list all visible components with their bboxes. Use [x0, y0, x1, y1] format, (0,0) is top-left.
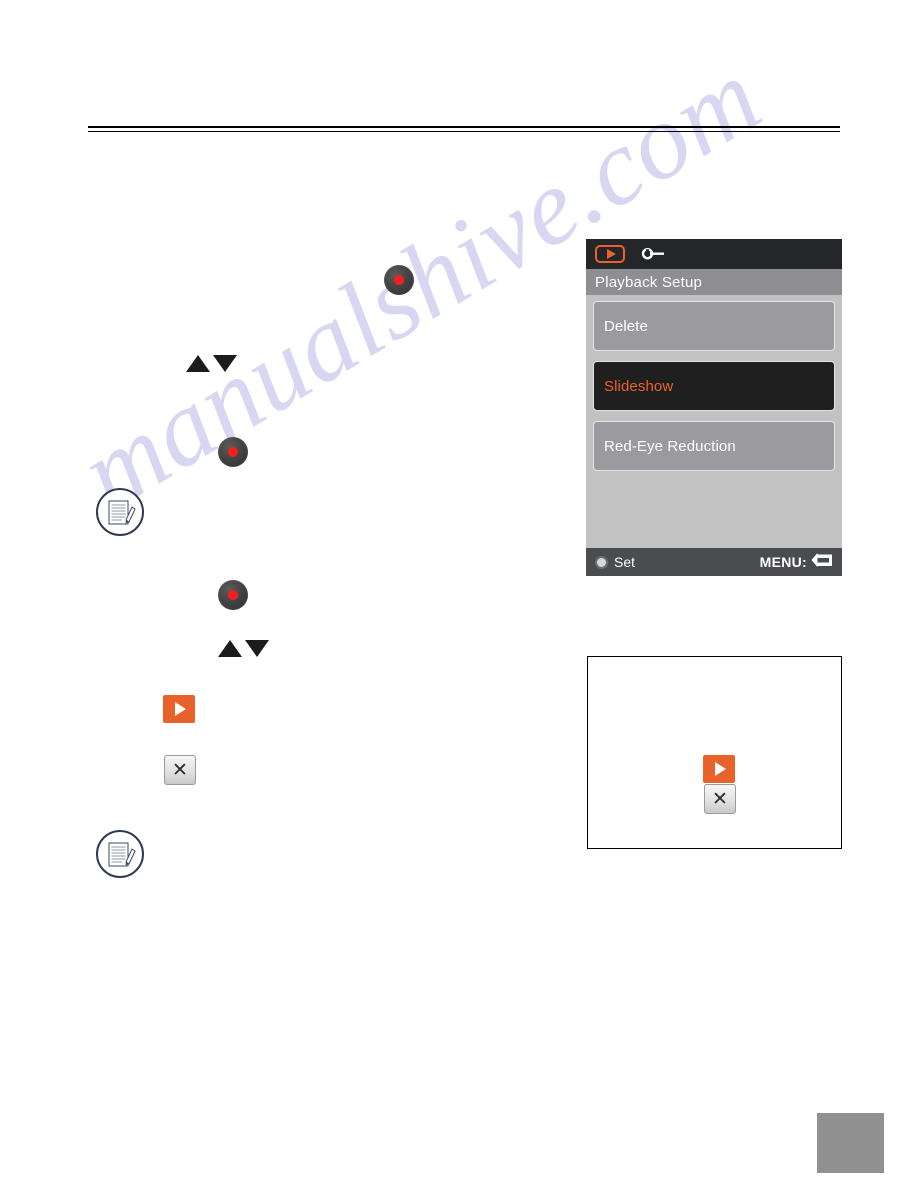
lcd-footer-bar: Set MENU:: [586, 548, 842, 576]
lcd-menu-hint: MENU:: [760, 553, 833, 571]
menu-item-slideshow[interactable]: Slideshow: [593, 361, 835, 411]
lcd-menu-list: Delete Slideshow Red-Eye Reduction: [586, 295, 842, 548]
arrow-down-icon-2: [245, 640, 269, 657]
set-button-icon-3: [218, 580, 248, 610]
arrow-down-icon: [213, 355, 237, 372]
menu-item-delete[interactable]: Delete: [593, 301, 835, 351]
lcd-set-label: Set: [614, 554, 636, 570]
return-arrow-icon: [811, 553, 833, 571]
play-icon: [163, 695, 195, 723]
page-number-tab: [817, 1113, 884, 1173]
set-button-icon: [384, 265, 414, 295]
note-icon-1: [96, 488, 144, 536]
menu-item-red-eye-reduction[interactable]: Red-Eye Reduction: [593, 421, 835, 471]
header-rule-bottom: [88, 131, 840, 132]
up-down-arrows-icon: [186, 355, 237, 372]
stop-icon: ✕: [164, 755, 196, 785]
set-button-icon-2: [218, 437, 248, 467]
play-icon-illustration: [703, 755, 735, 783]
note-icon-2: [96, 830, 144, 878]
arrow-up-icon: [186, 355, 210, 372]
lcd-set-hint: Set: [595, 554, 635, 570]
illustration-box: ✕: [587, 656, 842, 849]
setup-tab[interactable]: [638, 245, 668, 263]
camera-lcd-screenshot: Playback Setup Delete Slideshow Red-Eye …: [586, 239, 842, 576]
lcd-tab-bar: [586, 239, 842, 269]
lcd-menu-label: MENU:: [759, 554, 807, 570]
up-down-arrows-icon-2: [218, 640, 269, 657]
header-rule: [88, 126, 840, 132]
playback-tab[interactable]: [595, 245, 625, 263]
lcd-title: Playback Setup: [586, 269, 842, 295]
arrow-up-icon-2: [218, 640, 242, 657]
set-dot-icon: [595, 555, 608, 569]
stop-icon-illustration: ✕: [704, 784, 736, 814]
